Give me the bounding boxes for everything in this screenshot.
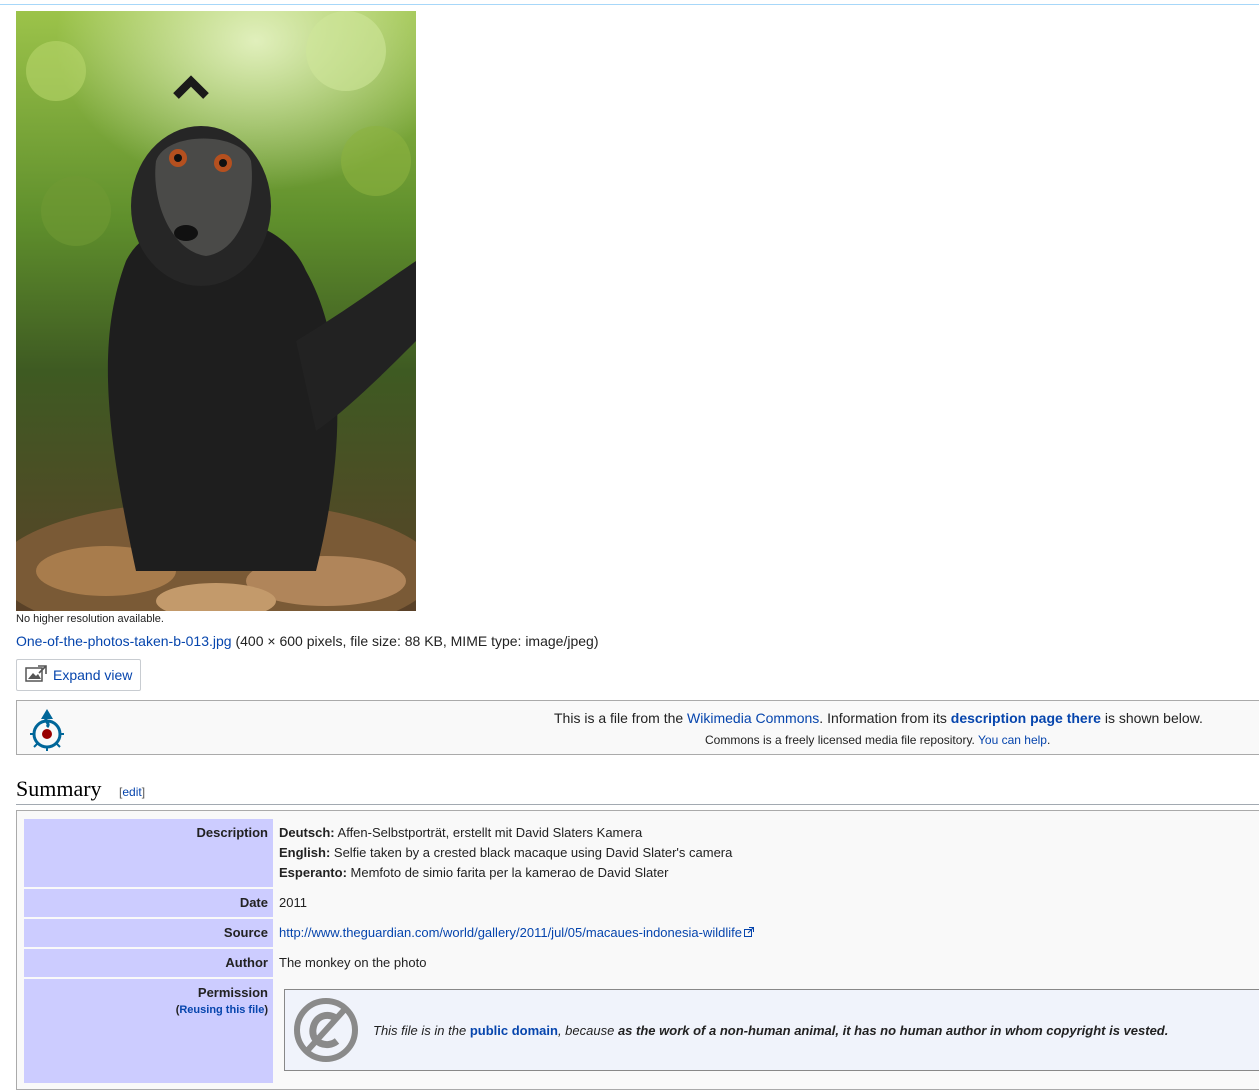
commons-text: . bbox=[1046, 733, 1051, 747]
pd-text-part: This file is in the bbox=[373, 1023, 470, 1038]
description-label: Description bbox=[24, 819, 273, 887]
lang-label: English: bbox=[279, 845, 331, 860]
permission-row: Permission (Reusing this file) This file… bbox=[24, 979, 1259, 1083]
permission-label: Permission (Reusing this file) bbox=[24, 979, 273, 1083]
file-information-table: Description Deutsch: Affen-Selbstporträt… bbox=[16, 810, 1259, 1090]
permission-value: This file is in the public domain, becau… bbox=[279, 979, 1259, 1083]
summary-edit-section: [edit] bbox=[119, 785, 145, 799]
expand-view-label: Expand view bbox=[53, 667, 133, 683]
date-value: 2011 bbox=[279, 889, 1259, 917]
description-text: Selfie taken by a crested black macaque … bbox=[330, 845, 733, 860]
source-label-text: Source bbox=[223, 925, 268, 940]
macaque-selfie-photo[interactable] bbox=[16, 11, 416, 611]
description-de: Deutsch: Affen-Selbstporträt, erstellt m… bbox=[279, 825, 642, 840]
photo-image bbox=[16, 11, 416, 611]
source-link-line: http://www.theguardian.com/world/gallery… bbox=[279, 925, 754, 940]
top-divider bbox=[0, 4, 1259, 5]
no-higher-resolution-note: No higher resolution available. bbox=[16, 613, 164, 625]
file-details: (400 × 600 pixels, file size: 88 KB, MIM… bbox=[235, 633, 599, 649]
reusing-this-file-link[interactable]: Reusing this file bbox=[179, 1004, 264, 1016]
permission-label-text: Permission bbox=[197, 985, 268, 1000]
date-label-text: Date bbox=[239, 895, 268, 910]
pd-text-part: , because bbox=[557, 1023, 618, 1038]
file-name-link[interactable]: One-of-the-photos-taken-b-013.jpg bbox=[16, 633, 232, 649]
description-text: Memfoto de simio farita per la kamerao d… bbox=[346, 865, 669, 880]
reusing-this-file: (Reusing this file) bbox=[24, 1000, 268, 1016]
author-value: The monkey on the photo bbox=[279, 949, 1259, 977]
description-row: Description Deutsch: Affen-Selbstporträt… bbox=[24, 819, 1259, 887]
description-page-link[interactable]: description page there bbox=[951, 710, 1101, 726]
paren: ) bbox=[264, 1004, 268, 1016]
summary-section-header: Summary [edit] bbox=[16, 776, 1259, 805]
source-row: Source http://www.theguardian.com/world/… bbox=[24, 919, 1259, 947]
public-domain-text: This file is in the public domain, becau… bbox=[373, 1023, 1168, 1038]
you-can-help-link[interactable]: You can help bbox=[978, 733, 1047, 747]
public-domain-link[interactable]: public domain bbox=[470, 1023, 558, 1038]
description-en: English: Selfie taken by a crested black… bbox=[279, 845, 732, 860]
edit-section-link[interactable]: edit bbox=[122, 785, 141, 799]
bracket: ] bbox=[141, 785, 146, 799]
description-label-text: Description bbox=[196, 825, 268, 840]
date-text: 2011 bbox=[279, 895, 307, 910]
description-value: Deutsch: Affen-Selbstporträt, erstellt m… bbox=[279, 819, 1259, 887]
lang-label: Deutsch: bbox=[279, 825, 335, 840]
file-info-line: One-of-the-photos-taken-b-013.jpg (400 ×… bbox=[16, 633, 598, 649]
source-url-link[interactable]: http://www.theguardian.com/world/gallery… bbox=[279, 925, 742, 940]
lang-label: Esperanto: bbox=[279, 865, 347, 880]
date-label: Date bbox=[24, 889, 273, 917]
commons-text: Commons is a freely licensed media file … bbox=[705, 733, 978, 747]
wikimedia-commons-logo-icon bbox=[29, 707, 65, 751]
external-link-icon bbox=[743, 925, 754, 940]
commons-notice-line1: This is a file from the Wikimedia Common… bbox=[554, 710, 1203, 726]
commons-text: is shown below. bbox=[1100, 710, 1203, 726]
pd-reason: as the work of a non-human animal, it ha… bbox=[617, 1023, 1169, 1038]
expand-view-button[interactable]: Expand view bbox=[16, 659, 141, 691]
commons-text: . Information from its bbox=[819, 710, 951, 726]
author-label: Author bbox=[24, 949, 273, 977]
summary-title: Summary bbox=[16, 776, 102, 801]
author-label-text: Author bbox=[225, 955, 268, 970]
commons-notice-line2: Commons is a freely licensed media file … bbox=[705, 733, 1050, 747]
source-value: http://www.theguardian.com/world/gallery… bbox=[279, 919, 1259, 947]
author-text: The monkey on the photo bbox=[279, 955, 427, 970]
public-domain-box: This file is in the public domain, becau… bbox=[284, 989, 1259, 1071]
expand-image-icon bbox=[25, 664, 47, 686]
description-text: Affen-Selbstporträt, erstellt mit David … bbox=[334, 825, 643, 840]
source-label: Source bbox=[24, 919, 273, 947]
public-domain-icon bbox=[293, 997, 359, 1063]
date-row: Date 2011 bbox=[24, 889, 1259, 917]
wikimedia-commons-link[interactable]: Wikimedia Commons bbox=[687, 710, 819, 726]
description-eo: Esperanto: Memfoto de simio farita per l… bbox=[279, 865, 668, 880]
commons-notice-box: This is a file from the Wikimedia Common… bbox=[16, 700, 1259, 755]
commons-text: This is a file from the bbox=[554, 710, 688, 726]
author-row: Author The monkey on the photo bbox=[24, 949, 1259, 977]
